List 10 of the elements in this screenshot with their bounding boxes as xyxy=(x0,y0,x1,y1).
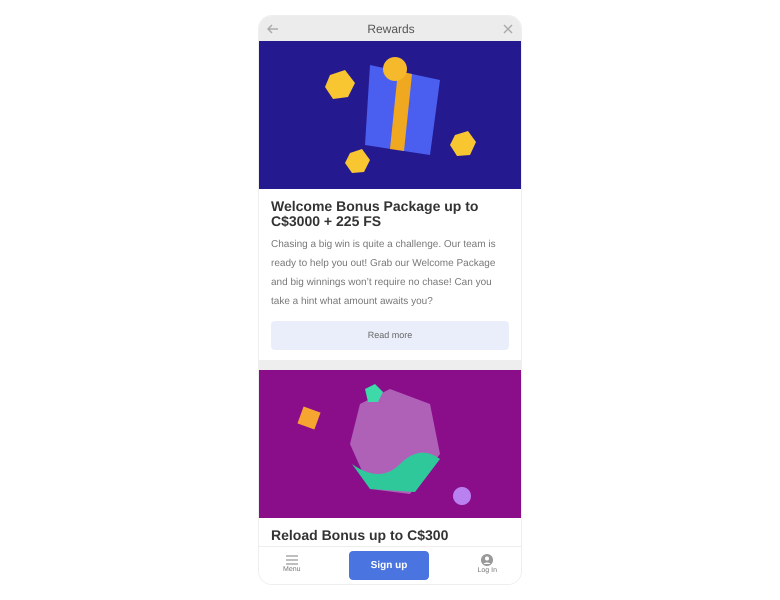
user-icon xyxy=(481,554,494,566)
header-title: Rewards xyxy=(367,20,415,38)
sign-up-button[interactable]: Sign up xyxy=(349,551,430,580)
close-icon[interactable] xyxy=(502,24,513,34)
read-more-button[interactable]: Read more xyxy=(271,321,509,350)
menu-icon xyxy=(286,555,298,566)
promotion-title: Reload Bonus up to C$300 xyxy=(271,528,450,543)
promotion-title: Welcome Bonus Package up to C$3000 + 225 FS xyxy=(271,199,480,229)
promotion-description: Chasing a big win is quite a challenge. Our team is ready to help you out! Grab our Welcome Package and big winnings won’t require no chase! Can you take a hint what amount awaits you? xyxy=(271,238,497,309)
back-arrow-icon[interactable] xyxy=(267,24,279,34)
